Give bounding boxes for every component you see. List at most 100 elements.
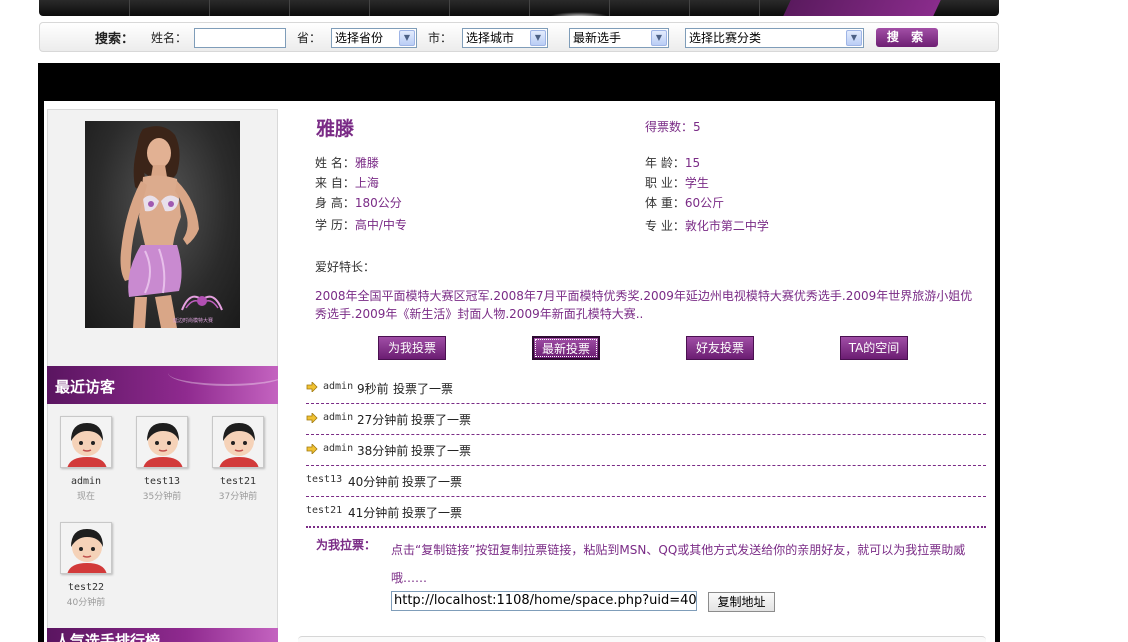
- province-select[interactable]: 选择省份 ▼: [331, 28, 417, 48]
- vote-time: 41分钟前: [348, 506, 400, 520]
- chevron-down-icon: ▼: [530, 30, 546, 46]
- chevron-down-icon: ▼: [846, 30, 862, 46]
- sort-select-value: 最新选手: [573, 31, 622, 45]
- info-value: 学生: [684, 176, 709, 190]
- search-bar: 搜索： 姓名： 省： 选择省份 ▼ 市： 选择城市 ▼ 最新选手 ▼ 选择比赛分…: [39, 22, 999, 52]
- latest-votes-button[interactable]: 最新投票: [532, 336, 600, 360]
- info-name: 姓 名：雅滕: [315, 154, 379, 171]
- friend-votes-button[interactable]: 好友投票: [686, 336, 754, 360]
- visitor-card[interactable]: admin 现在: [56, 416, 116, 502]
- visitor-card[interactable]: test13 35分钟前: [132, 416, 192, 502]
- hobby-label: 爱好特长：: [315, 260, 376, 274]
- vote-action: 投票了一票: [411, 444, 472, 458]
- name-search-input[interactable]: [194, 28, 286, 48]
- search-button[interactable]: 搜 索: [876, 28, 938, 47]
- top-navigation-bar: [39, 0, 999, 16]
- avatar[interactable]: [60, 522, 112, 574]
- province-select-value: 选择省份: [335, 31, 384, 45]
- voter-name[interactable]: admin: [323, 381, 353, 392]
- contestant-name: 雅滕: [316, 118, 355, 140]
- vote-count-label: 得票数：: [645, 120, 694, 134]
- category-select-value: 选择比赛分类: [689, 31, 762, 45]
- info-value: 60公斤: [684, 196, 725, 210]
- info-value: 上海: [354, 176, 379, 190]
- vote-count-value: 5: [693, 120, 701, 134]
- brand-accent-tab: [783, 0, 941, 16]
- voter-name[interactable]: admin: [323, 443, 353, 454]
- visitor-card[interactable]: test22 40分钟前: [56, 522, 116, 608]
- info-major: 专 业：敦化市第二中学: [645, 217, 769, 234]
- list-item: test21 41分钟前 投票了一票: [306, 497, 986, 528]
- vote-time: 27分钟前: [357, 413, 409, 427]
- city-label: 市：: [428, 31, 453, 45]
- vote-action: 投票了一票: [402, 506, 463, 520]
- info-height: 身 高：180公分: [315, 194, 402, 211]
- visitor-name[interactable]: test22: [56, 582, 116, 593]
- list-item: admin 9秒前 投票了一票: [306, 373, 986, 404]
- copy-url-button[interactable]: 复制地址: [708, 592, 775, 612]
- list-item: test13 40分钟前 投票了一票: [306, 466, 986, 497]
- avatar[interactable]: [60, 416, 112, 468]
- info-job: 职 业：学生: [645, 174, 709, 191]
- info-value: 15: [684, 156, 701, 170]
- ranking-title: 人气选手排行榜: [55, 632, 161, 642]
- visitor-name[interactable]: test13: [132, 476, 192, 487]
- category-select[interactable]: 选择比赛分类 ▼: [685, 28, 864, 48]
- chevron-down-icon: ▼: [651, 30, 667, 46]
- vote-time: 38分钟前: [357, 444, 409, 458]
- info-key: 年 龄：: [645, 156, 685, 170]
- city-select[interactable]: 选择城市 ▼: [462, 28, 548, 48]
- info-key: 学 历：: [315, 218, 355, 232]
- share-url-field[interactable]: http://localhost:1108/home/space.php?uid…: [391, 591, 697, 611]
- info-value: 敦化市第二中学: [684, 219, 769, 233]
- visitor-name[interactable]: test21: [208, 476, 268, 487]
- vote-action: 投票了一票: [411, 413, 472, 427]
- info-key: 职 业：: [645, 176, 685, 190]
- visitor-time: 现在: [76, 492, 95, 502]
- arrow-right-icon: [306, 413, 318, 423]
- chevron-down-icon: ▼: [399, 30, 415, 46]
- search-label: 搜索：: [95, 32, 135, 47]
- photo-logo-text: 延边时尚模特大赛: [173, 318, 214, 324]
- info-education: 学 历：高中/中专: [315, 216, 407, 233]
- visitor-card[interactable]: test21 37分钟前: [208, 416, 268, 502]
- info-value: 雅滕: [354, 156, 379, 170]
- voter-name[interactable]: admin: [323, 412, 353, 423]
- info-key: 体 重：: [645, 196, 685, 210]
- visitor-time: 40分钟前: [66, 598, 106, 608]
- info-value: 180公分: [354, 196, 402, 210]
- info-key: 专 业：: [645, 219, 685, 233]
- info-key: 身 高：: [315, 196, 355, 210]
- list-item: admin 38分钟前 投票了一票: [306, 435, 986, 466]
- vote-count: 得票数：5: [645, 118, 701, 135]
- vote-time: 9秒前: [357, 382, 389, 396]
- canvass-instructions: 点击“复制链接”按钮复制拉票链接，粘贴到MSN、QQ或其他方式发送给你的亲朋好友…: [391, 543, 966, 585]
- ta-space-button[interactable]: TA的空间: [840, 336, 908, 360]
- voter-name[interactable]: test13: [306, 474, 342, 485]
- arrow-right-icon: [306, 444, 318, 454]
- hobby-text: 2008年全国平面模特大赛区冠军.2008年7月平面模特优秀奖.2009年延边州…: [315, 289, 973, 321]
- info-key: 姓 名：: [315, 156, 355, 170]
- info-key: 来 自：: [315, 176, 355, 190]
- vote-action: 投票了一票: [402, 475, 463, 489]
- city-select-value: 选择城市: [466, 31, 515, 45]
- visitor-time: 37分钟前: [218, 492, 258, 502]
- canvass-label: 为我拉票：: [316, 538, 377, 552]
- voter-name[interactable]: test21: [306, 505, 342, 516]
- contestant-photo[interactable]: 延边时尚模特大赛: [85, 121, 240, 328]
- info-weight: 体 重：60公斤: [645, 194, 724, 211]
- visitor-time: 35分钟前: [142, 492, 182, 502]
- info-age: 年 龄：15: [645, 154, 700, 171]
- vote-action: 投票了一票: [393, 382, 454, 396]
- avatar[interactable]: [212, 416, 264, 468]
- name-label: 姓名：: [151, 31, 188, 45]
- recent-visitors-title: 最近访客: [55, 378, 116, 396]
- recent-visitors-header: 最近访客: [47, 366, 288, 404]
- vote-me-button[interactable]: 为我投票: [378, 336, 446, 360]
- avatar[interactable]: [136, 416, 188, 468]
- watermark-logo-icon: [181, 295, 223, 311]
- vote-time: 40分钟前: [348, 475, 400, 489]
- sort-select[interactable]: 最新选手 ▼: [569, 28, 669, 48]
- visitor-name[interactable]: admin: [56, 476, 116, 487]
- info-from: 来 自：上海: [315, 174, 379, 191]
